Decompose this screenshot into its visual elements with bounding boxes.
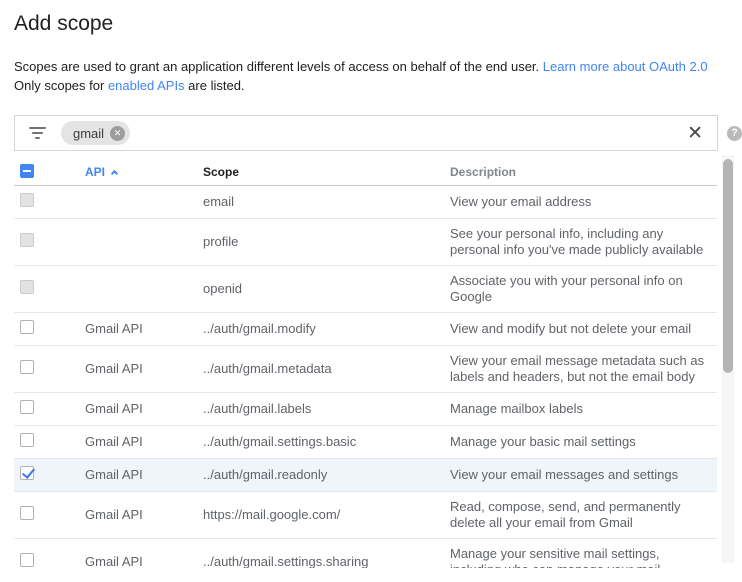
- row-checkbox[interactable]: [20, 466, 34, 480]
- cell-api: Gmail API: [85, 401, 203, 417]
- row-checkbox[interactable]: [20, 433, 34, 447]
- cell-checkbox: [14, 320, 85, 338]
- cell-api: Gmail API: [85, 361, 203, 377]
- cell-scope: email: [203, 194, 450, 210]
- cell-description: Read, compose, send, and permanently del…: [450, 499, 717, 531]
- table-row[interactable]: Gmail API../auth/gmail.labelsManage mail…: [14, 393, 717, 426]
- cell-checkbox: [14, 400, 85, 418]
- vertical-scrollbar-track[interactable]: [722, 155, 734, 563]
- enabled-apis-link[interactable]: enabled APIs: [108, 78, 185, 93]
- row-checkbox[interactable]: [20, 400, 34, 414]
- cell-description: View your email address: [450, 194, 717, 210]
- cell-scope: ../auth/gmail.settings.basic: [203, 434, 450, 450]
- table-row[interactable]: openidAssociate you with your personal i…: [14, 266, 717, 313]
- cell-api: Gmail API: [85, 321, 203, 337]
- cell-api: Gmail API: [85, 467, 203, 483]
- clear-search-icon[interactable]: ✕: [687, 122, 703, 145]
- table-row[interactable]: Gmail API../auth/gmail.modifyView and mo…: [14, 313, 717, 346]
- cell-description: View your email messages and settings: [450, 467, 717, 483]
- table-body: emailView your email addressprofileSee y…: [14, 186, 717, 568]
- filter-chip-label: gmail: [73, 126, 104, 141]
- table-row[interactable]: Gmail API../auth/gmail.metadataView your…: [14, 346, 717, 393]
- cell-description: Manage your sensitive mail settings, inc…: [450, 546, 717, 568]
- row-checkbox[interactable]: [20, 320, 34, 334]
- filter-chip: gmail ✕: [61, 121, 130, 145]
- table-row[interactable]: Gmail API../auth/gmail.readonlyView your…: [14, 459, 717, 492]
- header-cell-api[interactable]: API: [85, 165, 203, 179]
- page-title: Add scope: [14, 12, 742, 36]
- intro-line1: Scopes are used to grant an application …: [14, 59, 543, 74]
- table-row[interactable]: profileSee your personal info, including…: [14, 219, 717, 266]
- scopes-table: API Scope Description emailView your ema…: [14, 159, 717, 568]
- row-checkbox: [20, 280, 34, 294]
- cell-scope: profile: [203, 234, 450, 250]
- cell-api: Gmail API: [85, 507, 203, 523]
- cell-scope: ../auth/gmail.labels: [203, 401, 450, 417]
- cell-description: Manage your basic mail settings: [450, 434, 717, 450]
- search-row: gmail ✕ ✕ ?: [14, 115, 742, 151]
- select-all-checkbox[interactable]: [20, 164, 34, 178]
- cell-checkbox: [14, 360, 85, 378]
- row-checkbox[interactable]: [20, 553, 34, 567]
- cell-scope: openid: [203, 281, 450, 297]
- help-icon[interactable]: ?: [727, 126, 742, 141]
- cell-checkbox: [14, 466, 85, 484]
- table-row[interactable]: emailView your email address: [14, 186, 717, 219]
- cell-scope: ../auth/gmail.readonly: [203, 467, 450, 483]
- table-row[interactable]: Gmail API../auth/gmail.settings.sharingM…: [14, 539, 717, 568]
- vertical-scrollbar-thumb[interactable]: [723, 159, 733, 373]
- cell-checkbox: [14, 280, 85, 298]
- cell-description: See your personal info, including any pe…: [450, 226, 717, 258]
- cell-scope: https://mail.google.com/: [203, 507, 450, 523]
- filter-list-icon[interactable]: [28, 126, 46, 141]
- cell-checkbox: [14, 553, 85, 568]
- intro-line2-suffix: are listed.: [185, 78, 245, 93]
- oauth-learn-more-link[interactable]: Learn more about OAuth 2.0: [543, 59, 708, 74]
- intro-text: Scopes are used to grant an application …: [14, 57, 742, 95]
- cell-description: View and modify but not delete your emai…: [450, 321, 717, 337]
- row-checkbox: [20, 193, 34, 207]
- cell-description: Associate you with your personal info on…: [450, 273, 717, 305]
- cell-checkbox: [14, 506, 85, 524]
- cell-scope: ../auth/gmail.settings.sharing: [203, 554, 450, 568]
- header-cell-description[interactable]: Description: [450, 165, 717, 179]
- cell-checkbox: [14, 193, 85, 211]
- row-checkbox[interactable]: [20, 506, 34, 520]
- cell-scope: ../auth/gmail.modify: [203, 321, 450, 337]
- add-scope-dialog: Add scope Scopes are used to grant an ap…: [0, 0, 742, 568]
- chip-remove-icon[interactable]: ✕: [110, 126, 125, 141]
- header-cell-scope[interactable]: Scope: [203, 165, 450, 179]
- row-checkbox: [20, 233, 34, 247]
- cell-api: Gmail API: [85, 554, 203, 568]
- cell-checkbox: [14, 433, 85, 451]
- cell-api: Gmail API: [85, 434, 203, 450]
- sort-ascending-icon: [111, 170, 118, 177]
- cell-checkbox: [14, 233, 85, 251]
- cell-description: Manage mailbox labels: [450, 401, 717, 417]
- table-header-row: API Scope Description: [14, 159, 717, 186]
- table-row[interactable]: Gmail API../auth/gmail.settings.basicMan…: [14, 426, 717, 459]
- intro-line2-prefix: Only scopes for: [14, 78, 108, 93]
- api-header-label: API: [85, 165, 105, 179]
- row-checkbox[interactable]: [20, 360, 34, 374]
- table-row[interactable]: Gmail APIhttps://mail.google.com/Read, c…: [14, 492, 717, 539]
- scope-filter-input[interactable]: gmail ✕ ✕: [14, 115, 718, 151]
- cell-scope: ../auth/gmail.metadata: [203, 361, 450, 377]
- header-cell-checkbox: [14, 164, 85, 181]
- cell-description: View your email message metadata such as…: [450, 353, 717, 385]
